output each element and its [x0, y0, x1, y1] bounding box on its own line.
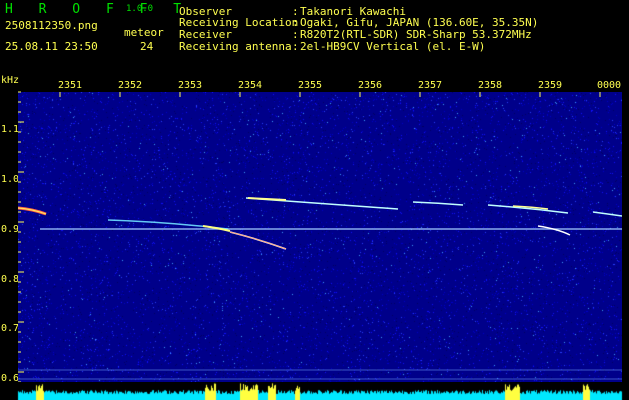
frequency-tick-label: 1.0: [1, 174, 20, 185]
time-tick-label: 2353: [178, 80, 203, 91]
frequency-tick-label: 0.7: [1, 323, 20, 334]
meteor-echo: [412, 201, 464, 206]
meteor-count: 24: [140, 40, 154, 53]
signal-level-trace: [0, 382, 629, 400]
receiver-value: R820T2(RTL-SDR) SDR-Sharp 53.372MHz: [300, 28, 532, 41]
receiver-sep: :: [292, 28, 299, 41]
meteor-label: meteor: [124, 26, 164, 39]
time-tick-label: 2352: [118, 80, 143, 91]
time-tick-label: 2354: [238, 80, 263, 91]
meteor-echo: [592, 211, 622, 217]
antenna-label: Receiving antenna: [179, 40, 292, 53]
location-label: Receiving Location: [179, 16, 299, 29]
spectrogram: [18, 92, 622, 390]
antenna-sep: :: [292, 40, 299, 53]
time-tick-label: 2356: [358, 80, 383, 91]
time-tick-label: 2351: [58, 80, 83, 91]
observation-datetime: 25.08.11 23:50: [5, 40, 98, 53]
frequency-tick-label: 1.1: [1, 124, 20, 135]
meteor-echo: [229, 231, 287, 250]
time-tick-label: 2359: [538, 80, 563, 91]
meteor-echo: [537, 225, 571, 236]
meteor-echo-core: [247, 197, 287, 201]
app-version: 1.0.0: [126, 4, 154, 14]
spectrogram-traces: [18, 197, 622, 380]
frequency-tick-label: 0.9: [1, 224, 20, 235]
app-title: H R O F F T: [5, 2, 191, 17]
location-value: Ogaki, Gifu, JAPAN (136.60E, 35.35N): [300, 16, 539, 29]
time-tick-label: 2357: [418, 80, 443, 91]
header-panel: H R O F F T 1.0.0 2508112350.png 25.08.1…: [0, 0, 629, 78]
time-tick-label: 2358: [478, 80, 503, 91]
antenna-value: 2el-HB9CV Vertical (el. E-W): [300, 40, 486, 53]
frequency-unit-label: kHz: [1, 75, 20, 86]
frequency-tick-label: 0.8: [1, 274, 20, 285]
time-tick-label: 2355: [298, 80, 323, 91]
location-sep: :: [292, 16, 299, 29]
receiver-label: Receiver: [179, 28, 232, 41]
image-filename: 2508112350.png: [5, 19, 98, 32]
time-tick-label: 0000: [597, 80, 622, 91]
